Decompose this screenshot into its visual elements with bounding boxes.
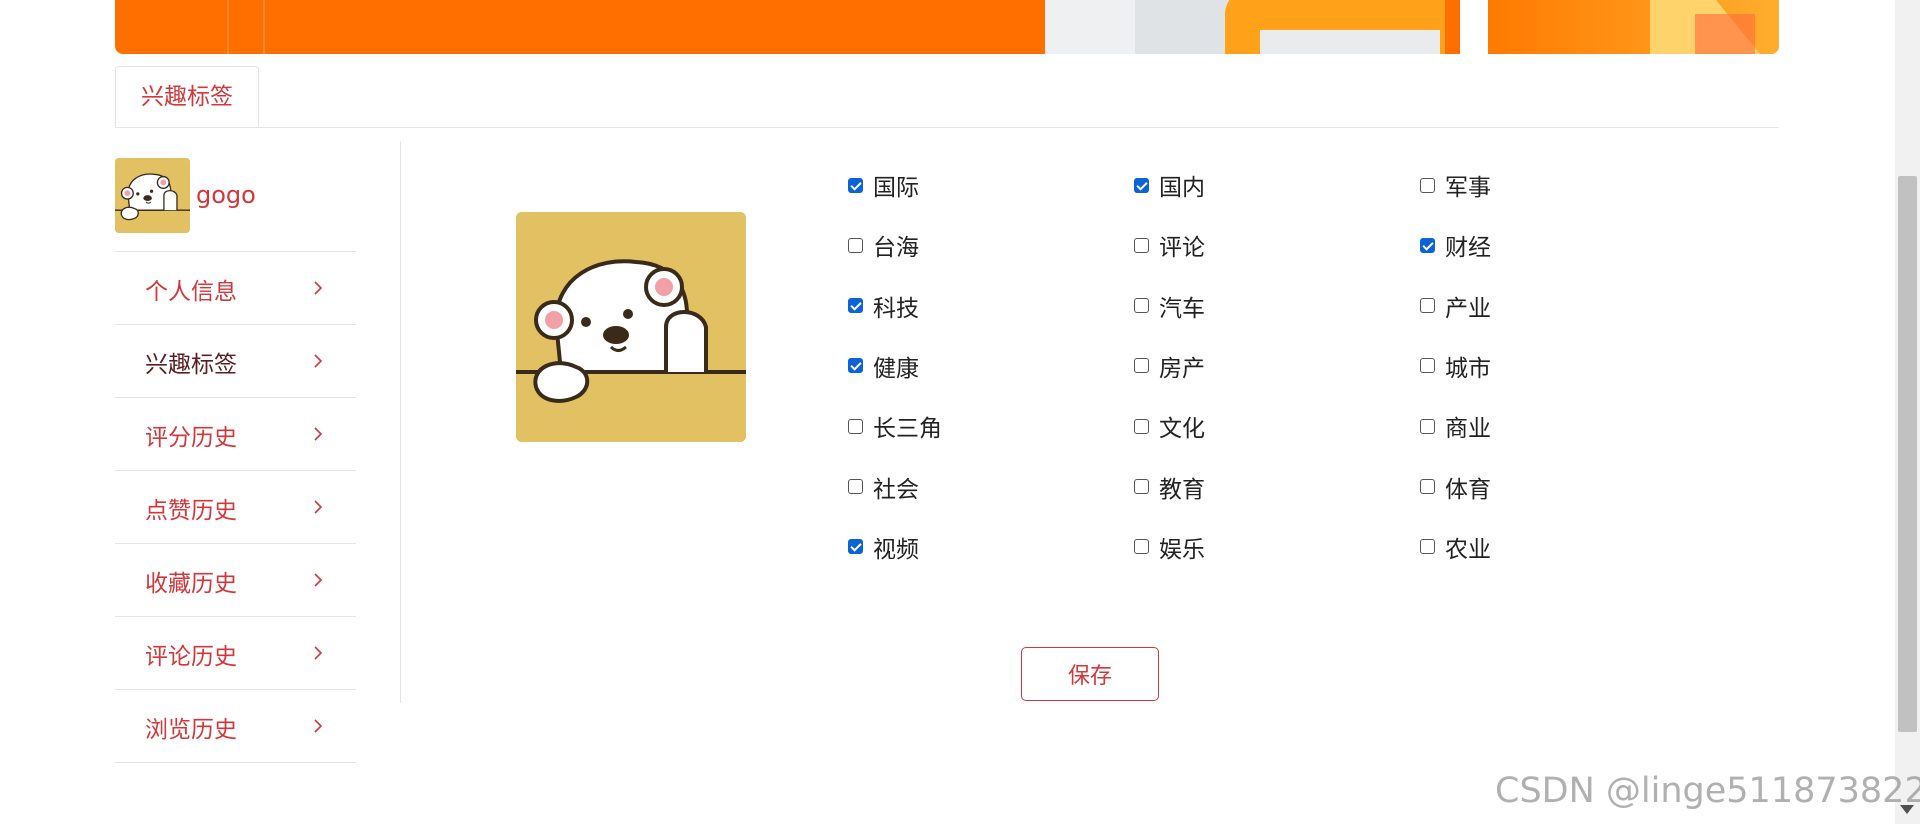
chevron-right-icon xyxy=(314,719,323,733)
tag-checkbox-item[interactable]: 汽车 xyxy=(1134,291,1205,322)
tab-interest-tags[interactable]: 兴趣标签 xyxy=(115,66,259,127)
tag-checkbox-item[interactable]: 科技 xyxy=(848,291,919,322)
tag-checkbox-item[interactable]: 台海 xyxy=(848,230,919,262)
checkbox[interactable] xyxy=(848,298,863,314)
tag-checkbox-item[interactable]: 娱乐 xyxy=(1134,532,1205,563)
sidebar-item-favorite-history[interactable]: 收藏历史 xyxy=(115,544,356,617)
tab-strip: 兴趣标签 xyxy=(115,66,1779,128)
checkbox[interactable] xyxy=(1134,298,1149,314)
tag-label: 教育 xyxy=(1159,476,1205,503)
sidebar-item-label: 个人信息 xyxy=(145,279,237,305)
tag-label: 社会 xyxy=(873,476,919,503)
avatar-large xyxy=(516,212,746,442)
scrollbar-thumb[interactable] xyxy=(1898,176,1917,732)
chevron-right-icon xyxy=(314,354,323,368)
tag-label: 长三角 xyxy=(873,416,942,443)
tag-label: 国内 xyxy=(1159,175,1205,201)
tag-checkbox-item[interactable]: 长三角 xyxy=(848,411,942,443)
bear-avatar-icon xyxy=(516,212,746,442)
top-banner xyxy=(115,0,1779,54)
checkbox[interactable] xyxy=(1134,418,1149,434)
sidebar-item-label: 浏览历史 xyxy=(145,717,237,743)
sidebar-item-like-history[interactable]: 点赞历史 xyxy=(115,471,356,544)
checkbox[interactable] xyxy=(1134,177,1149,193)
tag-checkbox-item[interactable]: 视频 xyxy=(848,532,919,563)
sidebar-item-label: 兴趣标签 xyxy=(145,352,237,378)
tag-label: 视频 xyxy=(873,536,919,563)
sidebar-item-personal-info[interactable]: 个人信息 xyxy=(115,252,356,325)
save-button[interactable]: 保存 xyxy=(1021,647,1159,701)
tag-checkbox-item[interactable]: 城市 xyxy=(1420,351,1491,382)
chevron-right-icon xyxy=(314,573,323,587)
tag-label: 台海 xyxy=(873,235,919,262)
tag-label: 健康 xyxy=(873,355,919,382)
checkbox[interactable] xyxy=(1420,177,1435,193)
checkbox[interactable] xyxy=(1420,539,1435,555)
tag-checkbox-item[interactable]: 社会 xyxy=(848,472,919,503)
checkbox[interactable] xyxy=(1134,539,1149,555)
bear-avatar-icon xyxy=(115,158,190,233)
checkbox[interactable] xyxy=(1134,358,1149,374)
sidebar-item-label: 收藏历史 xyxy=(145,571,237,597)
sidebar-item-rating-history[interactable]: 评分历史 xyxy=(115,398,356,471)
avatar[interactable] xyxy=(115,158,190,233)
tag-label: 产业 xyxy=(1445,295,1491,322)
sidebar-item-browse-history[interactable]: 浏览历史 xyxy=(115,690,356,763)
tag-label: 农业 xyxy=(1445,536,1491,563)
tag-checkbox-item[interactable]: 教育 xyxy=(1134,472,1205,503)
checkbox[interactable] xyxy=(848,539,863,555)
checkbox[interactable] xyxy=(1134,479,1149,494)
tag-label: 文化 xyxy=(1159,416,1205,443)
checkbox[interactable] xyxy=(1420,298,1435,314)
tag-label: 商业 xyxy=(1445,416,1491,443)
chevron-right-icon xyxy=(314,281,323,295)
tag-label: 科技 xyxy=(873,295,919,322)
sidebar-item-label: 评分历史 xyxy=(145,425,237,451)
tag-checkbox-item[interactable]: 健康 xyxy=(848,351,919,382)
tag-checkbox-item[interactable]: 国际 xyxy=(848,170,919,201)
tag-label: 军事 xyxy=(1445,175,1491,201)
tag-checkbox-item[interactable]: 文化 xyxy=(1134,411,1205,443)
checkbox[interactable] xyxy=(1420,479,1435,494)
checkbox[interactable] xyxy=(1420,418,1435,434)
checkbox[interactable] xyxy=(848,177,863,193)
tag-label: 娱乐 xyxy=(1159,536,1205,563)
sidebar-item-label: 点赞历史 xyxy=(145,498,237,524)
sidebar-item-label: 评论历史 xyxy=(145,644,237,670)
tag-label: 汽车 xyxy=(1159,295,1205,322)
checkbox[interactable] xyxy=(848,237,863,253)
chevron-right-icon xyxy=(314,427,323,441)
tag-checkbox-item[interactable]: 财经 xyxy=(1420,230,1491,262)
tag-checkbox-item[interactable]: 农业 xyxy=(1420,532,1491,563)
checkbox[interactable] xyxy=(848,479,863,494)
tag-label: 房产 xyxy=(1159,355,1205,382)
watermark: CSDN @linge511873822 xyxy=(1495,771,1920,811)
checkbox[interactable] xyxy=(1420,358,1435,374)
tag-checkbox-item[interactable]: 房产 xyxy=(1134,351,1205,382)
tag-checkbox-item[interactable]: 商业 xyxy=(1420,411,1491,443)
tag-checkbox-item[interactable]: 产业 xyxy=(1420,291,1491,322)
tag-checkbox-item[interactable]: 军事 xyxy=(1420,170,1491,201)
tag-label: 体育 xyxy=(1445,476,1491,503)
chevron-right-icon xyxy=(314,646,323,660)
chevron-right-icon xyxy=(314,500,323,514)
sidebar-item-interest-tags[interactable]: 兴趣标签 xyxy=(115,325,356,398)
tag-label: 评论 xyxy=(1159,235,1205,262)
tag-checkbox-item[interactable]: 国内 xyxy=(1134,170,1205,201)
sidebar: gogo 个人信息 兴趣标签 评分历史 点赞历史 收藏历史 评论历史 浏览历史 xyxy=(115,158,356,763)
profile-summary: gogo xyxy=(115,158,356,252)
checkbox[interactable] xyxy=(1134,237,1149,253)
tag-label: 城市 xyxy=(1445,355,1491,382)
tag-label: 财经 xyxy=(1445,235,1491,262)
checkbox[interactable] xyxy=(848,418,863,434)
tag-label: 国际 xyxy=(873,175,919,201)
tag-checkbox-item[interactable]: 评论 xyxy=(1134,230,1205,262)
page-scrollbar[interactable] xyxy=(1895,0,1920,824)
tag-checkbox-item[interactable]: 体育 xyxy=(1420,472,1491,503)
checkbox[interactable] xyxy=(848,358,863,374)
vertical-divider xyxy=(400,141,401,703)
checkbox[interactable] xyxy=(1420,237,1435,253)
sidebar-item-comment-history[interactable]: 评论历史 xyxy=(115,617,356,690)
username: gogo xyxy=(196,181,256,209)
